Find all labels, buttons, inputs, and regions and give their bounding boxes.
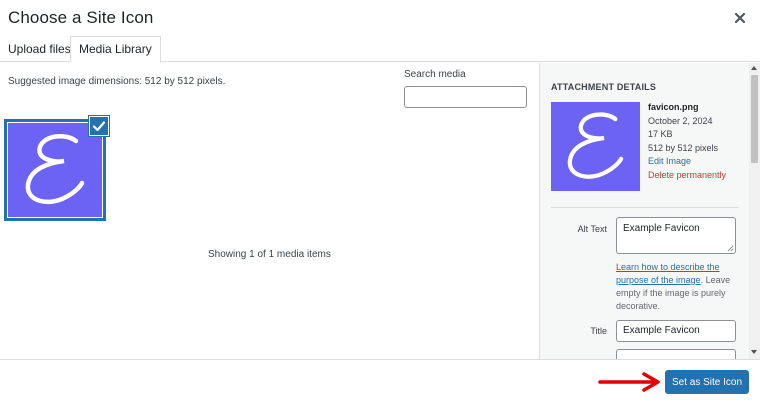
attachment-info: favicon.png October 2, 2024 17 KB 512 by…: [648, 101, 726, 182]
selected-check-icon[interactable]: [89, 116, 109, 136]
title-field[interactable]: Example Favicon: [616, 320, 736, 342]
attachment-details-sidebar: Attachment Details favicon.png October 2…: [539, 63, 749, 359]
alt-text-field[interactable]: Example Favicon: [616, 217, 736, 254]
scroll-down-icon[interactable]: [751, 350, 757, 354]
close-icon[interactable]: [732, 10, 748, 26]
title-label: Title: [590, 326, 607, 336]
red-arrow-icon: [598, 372, 660, 392]
modal-title: Choose a Site Icon: [8, 8, 154, 27]
filename: favicon.png: [648, 102, 699, 112]
search-input[interactable]: [404, 86, 527, 108]
modal-footer: Set as Site Icon: [0, 359, 760, 404]
upload-date: October 2, 2024: [648, 115, 713, 126]
divider: [551, 207, 739, 208]
file-size: 17 KB: [648, 129, 673, 139]
suggested-dimensions: Suggested image dimensions: 512 by 512 p…: [8, 76, 226, 87]
attachment-details-heading: Attachment Details: [551, 82, 657, 92]
resize-handle-icon[interactable]: [727, 245, 734, 252]
tab-upload-files[interactable]: Upload files: [0, 36, 79, 62]
alt-text-help: Learn how to describe the purpose of the…: [616, 261, 740, 313]
media-count: Showing 1 of 1 media items: [208, 249, 331, 260]
scroll-up-icon[interactable]: [751, 66, 757, 70]
tab-media-library[interactable]: Media Library: [70, 36, 161, 63]
favicon-image: [8, 123, 102, 217]
attachment-preview: [551, 102, 640, 191]
search-label: Search media: [404, 69, 466, 80]
alt-text-label: Alt Text: [577, 224, 607, 234]
set-as-site-icon-button[interactable]: Set as Site Icon: [665, 370, 749, 394]
caption-field[interactable]: [616, 349, 736, 359]
image-dimensions: 512 by 512 pixels: [648, 142, 719, 153]
media-tabs: Upload files Media Library: [0, 36, 760, 63]
edit-image-link[interactable]: Edit Image: [648, 155, 726, 169]
delete-permanently-link[interactable]: Delete permanently: [648, 169, 726, 183]
media-modal: Choose a Site Icon Upload files Media Li…: [0, 0, 760, 404]
alt-text-value: Example Favicon: [623, 223, 700, 234]
sidebar-scrollbar[interactable]: [749, 63, 760, 359]
scroll-thumb[interactable]: [751, 75, 758, 163]
